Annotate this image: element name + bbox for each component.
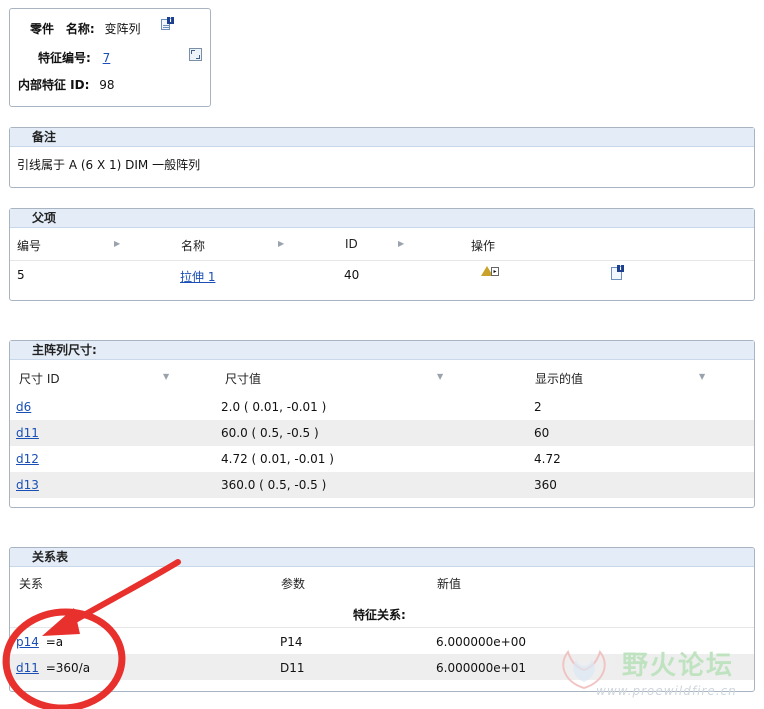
dim-shown: 360 <box>534 478 557 492</box>
filter-icon[interactable]: ▼ <box>699 372 705 381</box>
relation-param: P14 <box>280 635 303 649</box>
internal-id-row: 内部特征 ID: 98 <box>18 76 115 93</box>
filter-icon[interactable]: ▼ <box>437 372 443 381</box>
relation-row: d11 =360/a <box>16 661 90 675</box>
relation-param: D11 <box>280 661 305 675</box>
col-header-shown-value[interactable]: 显示的值 <box>535 370 583 387</box>
dim-value: 2.0 ( 0.01, -0.01 ) <box>221 400 327 414</box>
col-header-id[interactable]: ID <box>345 237 358 251</box>
filter-icon[interactable]: ▼ <box>163 372 169 381</box>
name-label: 名称: <box>65 22 95 36</box>
dim-id-link[interactable]: d13 <box>16 478 39 492</box>
part-type-label: 零件 名称: 变阵列 <box>30 20 141 37</box>
pattern-dims-title: 主阵列尺寸: <box>10 341 754 360</box>
internal-id-label: 内部特征 ID: <box>18 78 90 92</box>
col-header-action: 操作 <box>471 239 496 253</box>
relation-expression: =360/a <box>45 661 91 675</box>
dim-id-link[interactable]: d12 <box>16 452 39 466</box>
feature-number-label: 特征编号: <box>38 51 91 65</box>
feature-name-value: 变阵列 <box>104 22 141 36</box>
dim-value: 4.72 ( 0.01, -0.01 ) <box>221 452 334 466</box>
sort-icon[interactable]: ▶ <box>278 239 284 248</box>
feature-number-link[interactable]: 7 <box>103 51 111 65</box>
dim-shown: 2 <box>534 400 542 414</box>
sort-icon[interactable]: ▶ <box>398 239 404 248</box>
feature-info-panel: 零件 名称: 变阵列 i 特征编号: 7 内部特征 ID: 98 <box>9 8 211 107</box>
relation-new-value: 6.000000e+00 <box>436 635 526 649</box>
col-header-number[interactable]: 编号 <box>17 237 41 254</box>
dim-value: 360.0 ( 0.5, -0.5 ) <box>221 478 327 492</box>
relation-param-link[interactable]: d11 <box>16 661 39 675</box>
notes-section: 备注 引线属于 A (6 X 1) DIM 一般阵列 <box>9 127 755 188</box>
edit-icon[interactable]: ▸ <box>481 266 499 278</box>
parent-number: 5 <box>17 268 25 282</box>
sort-icon[interactable]: ▶ <box>114 239 120 248</box>
relation-param-link[interactable]: p14 <box>16 635 39 649</box>
dim-shown: 60 <box>534 426 550 440</box>
feature-number-row: 特征编号: 7 <box>38 49 110 66</box>
info-icon[interactable]: i <box>611 265 624 280</box>
relations-title: 关系表 <box>10 548 754 567</box>
col-header-param: 参数 <box>281 577 306 591</box>
watermark-url: www.proewildfire.cn <box>596 684 737 698</box>
relation-row: p14 =a <box>16 635 63 649</box>
pattern-dims-section: 主阵列尺寸: 尺寸 ID ▼ 尺寸值 ▼ 显示的值 ▼ d6 2.0 ( 0.0… <box>9 340 755 508</box>
relation-new-value: 6.000000e+01 <box>436 661 526 675</box>
parents-section: 父项 编号 ▶ 名称 ▶ ID ▶ 操作 5 拉伸 1 40 ▸ i <box>9 208 755 301</box>
notes-text: 引线属于 A (6 X 1) DIM 一般阵列 <box>17 158 201 172</box>
relation-expression: =a <box>45 635 64 649</box>
col-header-new-value: 新值 <box>437 577 462 591</box>
dim-id-link[interactable]: d6 <box>16 400 31 414</box>
info-icon[interactable]: i <box>161 17 174 31</box>
expand-icon[interactable] <box>189 48 202 61</box>
col-header-name[interactable]: 名称 <box>181 237 205 254</box>
watermark-text: 野火论坛 <box>622 651 735 681</box>
dim-value: 60.0 ( 0.5, -0.5 ) <box>221 426 319 440</box>
feature-relations-subtitle: 特征关系: <box>353 608 406 622</box>
parent-id: 40 <box>344 268 360 282</box>
type-label: 零件 <box>30 22 55 36</box>
col-header-dim-id[interactable]: 尺寸 ID <box>19 370 60 387</box>
col-header-relation: 关系 <box>19 577 44 591</box>
parent-name-link[interactable]: 拉伸 1 <box>180 268 215 285</box>
col-header-dim-value[interactable]: 尺寸值 <box>225 370 261 387</box>
notes-title: 备注 <box>10 128 754 147</box>
internal-id-value: 98 <box>99 78 115 92</box>
parents-title: 父项 <box>10 209 754 228</box>
dim-id-link[interactable]: d11 <box>16 426 39 440</box>
dim-shown: 4.72 <box>534 452 561 466</box>
